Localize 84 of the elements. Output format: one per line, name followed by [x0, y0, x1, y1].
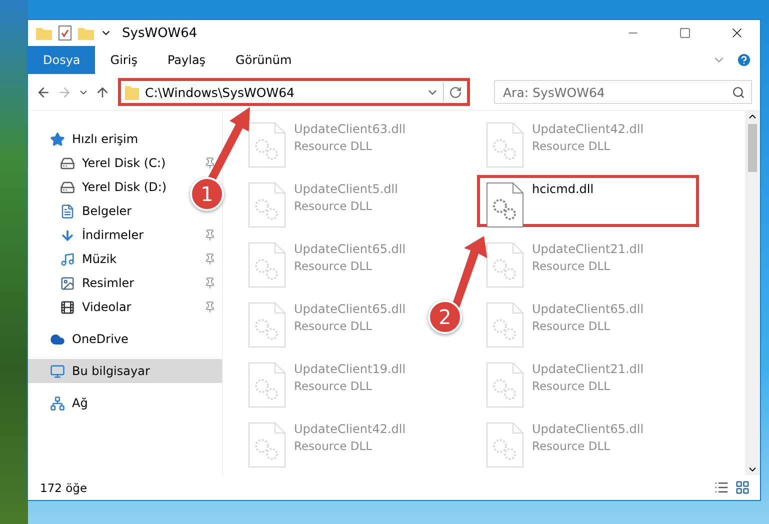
file-name: UpdateClient5.dll	[294, 182, 398, 196]
star-icon	[50, 132, 65, 146]
dll-file-icon	[248, 182, 286, 228]
file-type: Resource DLL	[294, 199, 374, 213]
file-item[interactable]: hcicmd.dll	[477, 175, 699, 227]
maximize-icon[interactable]	[679, 27, 691, 39]
monitor-icon	[50, 364, 65, 378]
dll-file-icon	[486, 242, 524, 288]
sidebar-item[interactable]: Belgeler	[28, 199, 142, 223]
sidebar-item[interactable]: İndirmeler	[28, 223, 222, 247]
file-name: hcicmd.dll	[532, 182, 594, 196]
file-type: Resource DLL	[294, 439, 374, 453]
scroll-thumb[interactable]	[748, 124, 757, 172]
pin-icon[interactable]	[204, 157, 216, 169]
pin-icon[interactable]	[204, 253, 216, 265]
file-type: Resource DLL	[532, 139, 612, 153]
down-arrow-icon	[60, 228, 75, 242]
dll-file-icon	[248, 302, 286, 348]
dll-file-icon	[248, 362, 286, 408]
search-icon[interactable]	[732, 86, 745, 98]
pin-icon[interactable]	[204, 277, 216, 289]
file-name: UpdateClient65.dll	[532, 302, 644, 316]
document-icon	[60, 204, 75, 218]
dll-file-icon	[486, 122, 524, 168]
dll-file-icon	[486, 302, 524, 348]
picture-icon	[60, 276, 75, 290]
file-type: Resource DLL	[294, 259, 374, 273]
help-icon[interactable]	[736, 52, 752, 68]
file-name: UpdateClient21.dll	[532, 362, 644, 376]
properties-icon[interactable]	[58, 25, 72, 41]
dll-file-icon	[248, 422, 286, 468]
tiles-view-icon[interactable]	[735, 480, 750, 495]
sidebar-item[interactable]: Müzik	[28, 247, 222, 271]
file-name: UpdateClient19.dll	[294, 362, 406, 376]
file-name: UpdateClient65.dll	[294, 302, 406, 316]
file-type: Resource DLL	[294, 319, 374, 333]
dll-file-icon	[248, 122, 286, 168]
file-name: UpdateClient63.dll	[294, 122, 406, 136]
drive-icon	[60, 156, 75, 170]
file-name: UpdateClient42.dll	[294, 422, 406, 436]
address-bar[interactable]: C:\Windows\SysWOW64	[118, 78, 470, 106]
sidebar-item[interactable]: Resimler	[28, 271, 222, 295]
back-icon[interactable]	[36, 84, 51, 100]
dll-file-icon	[486, 422, 524, 468]
scrollbar[interactable]	[745, 111, 760, 475]
drive-icon	[60, 180, 75, 194]
folder-icon	[125, 84, 139, 100]
file-type: Resource DLL	[294, 379, 374, 393]
file-type: Resource DLL	[532, 259, 612, 273]
file-name: UpdateClient42.dll	[532, 122, 644, 136]
pin-icon[interactable]	[204, 229, 216, 241]
pin-icon[interactable]	[204, 301, 216, 313]
details-view-icon[interactable]	[714, 480, 729, 495]
cloud-icon	[50, 332, 65, 346]
ribbon-tab[interactable]: Görünüm	[220, 46, 307, 74]
up-icon[interactable]	[95, 84, 110, 100]
sidebar-item[interactable]: Ağ	[28, 391, 98, 415]
file-type: Resource DLL	[532, 379, 612, 393]
sidebar-item[interactable]: Hızlı erişim	[28, 127, 148, 151]
dll-file-icon	[486, 182, 524, 228]
sidebar-item[interactable]: Yerel Disk (D:)	[28, 175, 177, 199]
ribbon-tab[interactable]: Dosya	[28, 46, 96, 74]
sidebar-item[interactable]: Videolar	[28, 295, 222, 319]
file-type: Resource DLL	[532, 439, 612, 453]
ribbon-tab[interactable]: Giriş	[95, 46, 152, 74]
item-count: 172 öğe	[40, 480, 88, 494]
file-type: Resource DLL	[294, 139, 374, 153]
network-icon	[50, 396, 65, 410]
file-type: Resource DLL	[532, 319, 612, 333]
file-name: UpdateClient21.dll	[532, 242, 644, 256]
refresh-icon[interactable]	[449, 86, 462, 98]
search-field[interactable]: Ara: SysWOW64	[494, 80, 752, 104]
sidebar-item[interactable]: Bu bilgisayar	[28, 359, 222, 383]
film-icon	[60, 300, 75, 314]
window-title: SysWOW64	[122, 26, 198, 40]
ribbon-tab[interactable]: Paylaş	[152, 46, 221, 74]
music-note-icon	[60, 252, 75, 266]
dll-file-icon	[248, 242, 286, 288]
sidebar-item[interactable]: Yerel Disk (C:)	[28, 151, 222, 175]
file-name: UpdateClient65.dll	[532, 422, 644, 436]
dll-file-icon	[486, 362, 524, 408]
file-name: UpdateClient65.dll	[294, 242, 406, 256]
sidebar-item[interactable]: OneDrive	[28, 327, 138, 351]
annotation-arrow	[452, 236, 488, 308]
